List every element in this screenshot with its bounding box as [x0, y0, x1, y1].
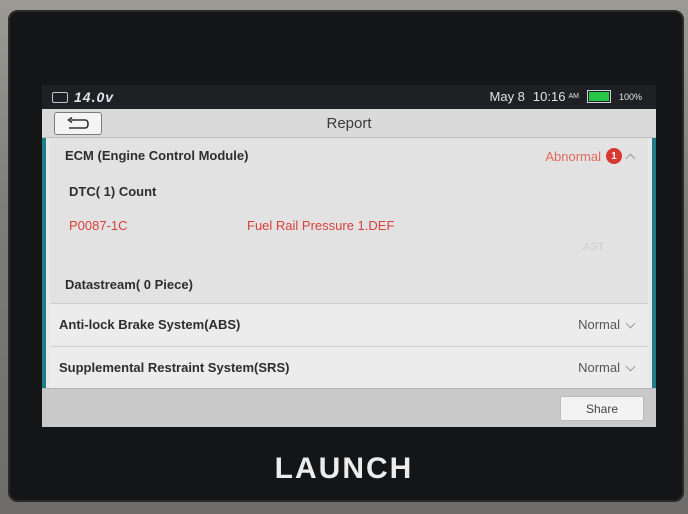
status-right: May 8 10:16 AM 100% — [490, 89, 642, 104]
battery-percent: 100% — [618, 91, 642, 102]
brand-logo: LAUNCH — [274, 452, 414, 485]
system-status-text: Normal — [578, 360, 620, 375]
ecm-header[interactable]: ECM (Engine Control Module) Abnormal 1 — [50, 138, 648, 172]
system-row-abs[interactable]: Anti-lock Brake System(ABS) Normal — [50, 303, 648, 344]
chevron-up-icon[interactable] — [625, 153, 636, 163]
battery-icon — [586, 90, 611, 103]
title-bar: Report — [42, 109, 656, 138]
faded-action-button[interactable]: AST — [583, 241, 604, 253]
time-text: 10:16 — [532, 89, 566, 104]
system-status: Normal — [578, 360, 636, 375]
status-left: 14.0v — [52, 89, 114, 105]
ecm-status-text: Abnormal — [545, 148, 601, 164]
chevron-down-icon[interactable] — [625, 361, 636, 371]
dtc-description: Fuel Rail Pressure 1.DEF — [247, 218, 395, 233]
date-text: May 8 — [489, 89, 525, 104]
battery-fill — [588, 92, 609, 101]
fault-count-badge: 1 — [606, 148, 622, 164]
system-row-srs[interactable]: Supplemental Restraint System(SRS) Norma… — [50, 346, 648, 387]
dtc-count-label: DTC( 1) Count — [69, 184, 157, 199]
device-screen: 14.0v May 8 10:16 AM 100% Report ECM (En… — [42, 85, 656, 427]
system-name: Supplemental Restraint System(SRS) — [59, 360, 290, 375]
status-bar: 14.0v May 8 10:16 AM 100% — [42, 85, 656, 109]
system-status-text: Normal — [578, 317, 620, 332]
system-status: Normal — [578, 317, 636, 332]
share-button[interactable]: Share — [560, 396, 644, 421]
dtc-code: P0087-1C — [69, 218, 128, 233]
page-title: Report — [326, 115, 372, 132]
car-icon — [52, 91, 68, 103]
bottom-bar: Share — [42, 388, 656, 427]
voltage-readout: 14.0v — [74, 89, 115, 105]
system-name: Anti-lock Brake System(ABS) — [59, 317, 241, 332]
ecm-panel: ECM (Engine Control Module) Abnormal 1 D… — [50, 138, 648, 303]
report-content: ECM (Engine Control Module) Abnormal 1 D… — [42, 138, 656, 388]
ampm-text: AM — [568, 93, 579, 100]
datastream-label: Datastream( 0 Piece) — [65, 277, 193, 292]
ecm-name: ECM (Engine Control Module) — [65, 148, 249, 163]
ecm-status: Abnormal 1 — [545, 148, 636, 164]
chevron-down-icon[interactable] — [625, 318, 636, 328]
